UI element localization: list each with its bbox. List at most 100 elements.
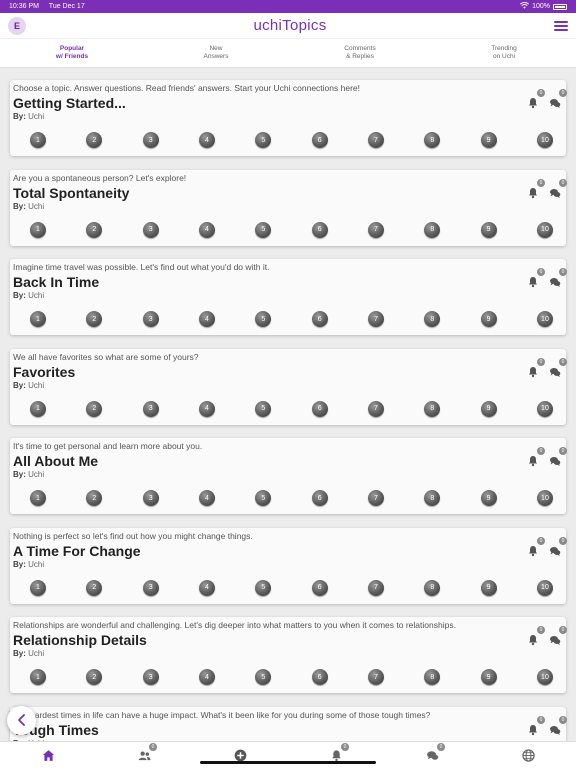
question-number-button[interactable]: 7 [367,490,384,506]
hamburger-menu-icon[interactable] [553,20,568,31]
question-number-button[interactable]: 9 [480,221,497,238]
bell-icon[interactable]: 0 [527,178,545,198]
question-number-button[interactable]: 7 [367,221,384,238]
question-number-button[interactable]: 2 [86,311,103,327]
topic-card[interactable]: The hardest times in life can have a hug… [10,706,567,741]
question-number-button[interactable]: 1 [30,579,46,596]
topic-card[interactable]: Are you a spontaneous person? Let's expl… [10,169,567,246]
topic-title[interactable]: All About Me [13,452,563,470]
question-number-button[interactable]: 1 [30,132,46,148]
question-number-button[interactable]: 1 [30,221,46,238]
topic-title[interactable]: Relationship Details [13,631,563,649]
question-number-button[interactable]: 8 [424,400,441,417]
question-number-button[interactable]: 10 [536,490,553,506]
question-number-button[interactable]: 1 [30,669,46,685]
topic-title[interactable]: Tough Times [13,721,563,739]
question-number-button[interactable]: 1 [30,311,46,327]
question-number-button[interactable]: 7 [367,132,384,148]
topic-card[interactable]: Relationships are wonderful and challeng… [10,617,567,693]
question-number-button[interactable]: 4 [198,579,215,596]
nav-friends[interactable]: 0 [137,743,157,762]
question-number-button[interactable]: 3 [142,490,159,506]
question-number-button[interactable]: 4 [198,221,215,238]
topic-title[interactable]: A Time For Change [13,542,563,560]
tab-new-answers[interactable]: New Answers [144,39,288,67]
question-number-button[interactable]: 7 [367,579,384,596]
nav-messages[interactable]: 0 [425,743,445,762]
question-number-button[interactable]: 7 [367,311,384,327]
question-number-button[interactable]: 6 [311,400,328,417]
question-number-button[interactable]: 8 [424,669,441,685]
question-number-button[interactable]: 6 [311,669,328,685]
question-number-button[interactable]: 2 [86,669,103,685]
comments-icon[interactable]: 0 [549,715,567,735]
comments-icon[interactable]: 0 [549,536,567,556]
question-number-button[interactable]: 4 [198,400,215,417]
question-number-button[interactable]: 8 [424,221,441,238]
question-number-button[interactable]: 10 [536,400,553,417]
question-number-button[interactable]: 5 [255,669,272,685]
topic-card[interactable]: Choose a topic. Answer questions. Read f… [10,80,567,156]
topic-card[interactable]: It's time to get personal and learn more… [10,438,567,514]
comments-icon[interactable]: 0 [549,626,567,645]
question-number-button[interactable]: 4 [198,132,215,148]
question-number-button[interactable]: 2 [86,221,103,238]
question-number-button[interactable]: 5 [255,311,272,327]
question-number-button[interactable]: 10 [536,311,553,327]
question-number-button[interactable]: 6 [311,132,328,148]
bell-icon[interactable]: 0 [527,268,545,288]
comments-icon[interactable]: 0 [549,178,567,198]
tab-popular-with-friends[interactable]: Popular w/ Friends [0,39,144,67]
question-number-button[interactable]: 9 [480,669,497,685]
tab-trending[interactable]: Trending on Uchi [432,39,576,67]
question-number-button[interactable]: 1 [30,490,46,506]
question-number-button[interactable]: 2 [86,490,103,506]
question-number-button[interactable]: 5 [255,132,272,148]
question-number-button[interactable]: 5 [255,490,272,506]
comments-icon[interactable]: 0 [549,447,567,466]
question-number-button[interactable]: 10 [536,132,553,148]
topic-card[interactable]: Imagine time travel was possible. Let's … [10,259,567,335]
question-number-button[interactable]: 7 [367,400,384,417]
question-number-button[interactable]: 5 [255,579,272,596]
question-number-button[interactable]: 3 [142,400,159,417]
question-number-button[interactable]: 9 [480,579,497,596]
question-number-button[interactable]: 3 [142,579,159,596]
nav-home[interactable] [41,748,55,762]
question-number-button[interactable]: 1 [30,400,46,417]
question-number-button[interactable]: 3 [142,221,159,238]
avatar[interactable]: E [8,16,26,35]
question-number-button[interactable]: 9 [480,490,497,506]
bell-icon[interactable]: 0 [527,89,545,109]
nav-notifications[interactable]: 0 [329,743,349,762]
question-number-button[interactable]: 10 [536,221,553,238]
question-number-button[interactable]: 6 [311,311,328,327]
question-number-button[interactable]: 6 [311,579,328,596]
question-number-button[interactable]: 5 [255,221,272,238]
bell-icon[interactable]: 0 [527,357,545,377]
topic-card[interactable]: Nothing is perfect so let's find out how… [10,527,567,604]
topic-list[interactable]: Choose a topic. Answer questions. Read f… [0,69,576,741]
question-number-button[interactable]: 3 [142,132,159,148]
comments-icon[interactable]: 0 [549,357,567,377]
topic-title[interactable]: Back In Time [13,273,563,291]
topic-card[interactable]: We all have favorites so what are some o… [10,348,567,425]
back-button[interactable] [7,706,36,735]
question-number-button[interactable]: 9 [480,132,497,148]
nav-add[interactable] [233,748,247,762]
question-number-button[interactable]: 5 [255,400,272,417]
bell-icon[interactable]: 0 [527,536,545,556]
question-number-button[interactable]: 10 [536,579,553,596]
question-number-button[interactable]: 2 [86,579,103,596]
question-number-button[interactable]: 2 [86,132,103,148]
question-number-button[interactable]: 4 [198,669,215,685]
question-number-button[interactable]: 9 [480,400,497,417]
tab-comments-replies[interactable]: Comments & Replies [288,39,432,67]
nav-globe[interactable] [521,748,535,762]
topic-title[interactable]: Total Spontaneity [13,184,563,202]
question-number-button[interactable]: 4 [198,490,215,506]
question-number-button[interactable]: 3 [142,311,159,327]
topic-title[interactable]: Getting Started... [13,94,563,112]
question-number-button[interactable]: 8 [424,311,441,327]
question-number-button[interactable]: 10 [536,669,553,685]
